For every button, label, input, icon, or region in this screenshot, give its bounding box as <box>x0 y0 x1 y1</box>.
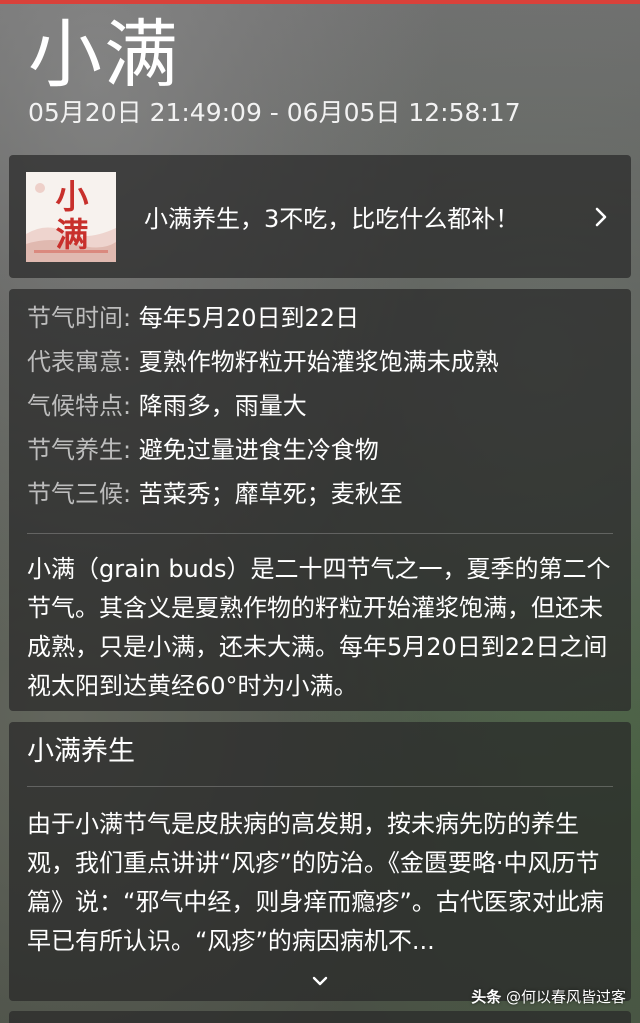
info-label: 节气时间: <box>27 304 132 332</box>
article-thumbnail: 小满 <box>26 171 116 262</box>
health-article-excerpt: 由于小满节气是皮肤病的高发期，按未病先防的养生观，我们重点讲讲“风疹”的防治。《… <box>27 810 604 955</box>
info-row-meaning: 代表寓意: 夏熟作物籽粒开始灌浆饱满未成熟 <box>27 345 613 389</box>
thumbnail-title: 小满 <box>55 176 89 254</box>
solar-term-title: 小满 <box>28 12 180 98</box>
watermark-brand: 头条 <box>471 988 502 1006</box>
article-title[interactable]: 小满养生，3不吃，比吃什么都补！ <box>144 199 581 234</box>
page-header: 小满 05月20日 21:49:09 - 06月05日 12:58:17 <box>28 14 628 128</box>
info-row-phenology: 节气三候: 苦菜秀；靡草死；麦秋至 <box>27 477 613 521</box>
info-label: 节气养生: <box>27 436 132 464</box>
info-value: 每年5月20日到22日 <box>138 304 360 332</box>
solar-term-description: 小满（grain buds）是二十四节气之一，夏季的第二个节气。其含义是夏熟作物… <box>27 555 611 700</box>
info-label: 节气三候: <box>27 480 132 508</box>
health-card: 小满养生 由于小满节气是皮肤病的高发期，按未病先防的养生观，我们重点讲讲“风疹”… <box>9 722 631 1001</box>
divider <box>27 533 613 534</box>
watermark: 头条 @何以春风皆过客 <box>471 986 626 1007</box>
chevron-down-icon[interactable] <box>305 971 335 991</box>
info-value: 夏熟作物籽粒开始灌浆饱满未成熟 <box>138 348 499 376</box>
info-value: 降雨多，雨量大 <box>138 392 307 420</box>
chevron-right-icon[interactable] <box>581 197 621 237</box>
info-value: 苦菜秀；靡草死；麦秋至 <box>138 480 403 508</box>
watermark-handle: @何以春风皆过客 <box>505 988 626 1006</box>
solar-term-info-card: 节气时间: 每年5月20日到22日 代表寓意: 夏熟作物籽粒开始灌浆饱满未成熟 … <box>9 289 631 711</box>
next-card-edge <box>9 1011 631 1023</box>
info-label: 气候特点: <box>27 392 132 420</box>
info-row-health: 节气养生: 避免过量进食生冷食物 <box>27 433 613 477</box>
info-row-time: 节气时间: 每年5月20日到22日 <box>27 301 613 345</box>
info-value: 避免过量进食生冷食物 <box>138 436 379 464</box>
info-label: 代表寓意: <box>27 348 132 376</box>
info-row-climate: 气候特点: 降雨多，雨量大 <box>27 389 613 433</box>
top-accent-strip <box>0 0 640 4</box>
divider <box>27 786 613 787</box>
info-list: 节气时间: 每年5月20日到22日 代表寓意: 夏熟作物籽粒开始灌浆饱满未成熟 … <box>27 289 613 521</box>
date-range: 05月20日 21:49:09 - 06月05日 12:58:17 <box>28 98 521 127</box>
article-card[interactable]: 小满 小满养生，3不吃，比吃什么都补！ <box>9 155 631 278</box>
health-section-title: 小满养生 <box>27 736 135 767</box>
